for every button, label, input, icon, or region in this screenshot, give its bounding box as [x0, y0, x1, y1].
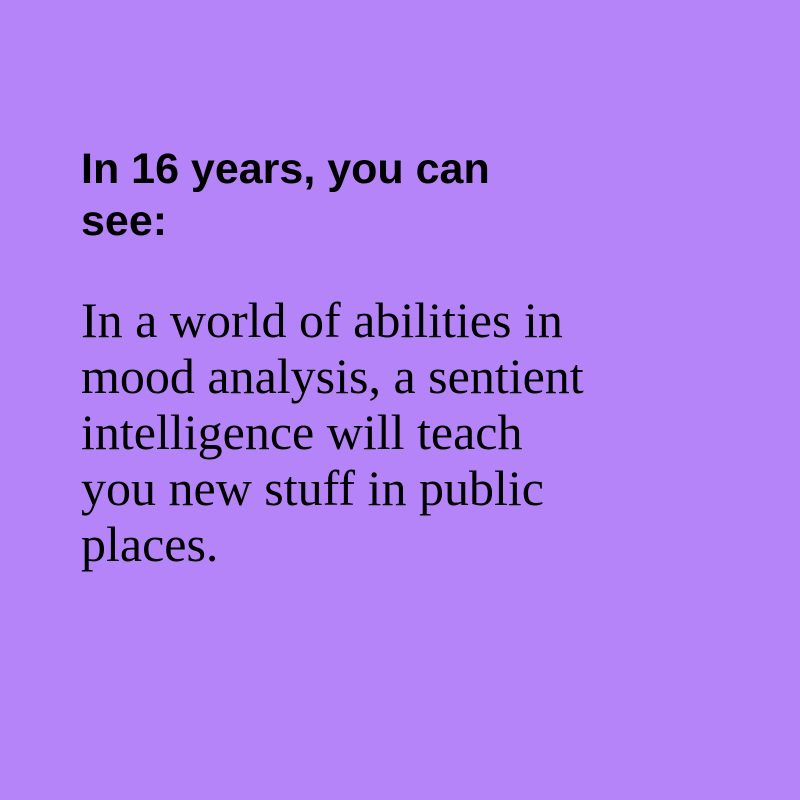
card-content: In 16 years, you can see: In a world of …	[81, 143, 701, 572]
body-line: places.	[81, 516, 219, 572]
body-line: you new stuff in public	[81, 460, 544, 516]
card-body: In a world of abilities in mood analysis…	[81, 292, 701, 572]
card-heading: In 16 years, you can see:	[81, 143, 701, 247]
heading-line: see:	[81, 197, 168, 245]
heading-line: In 16 years, you can	[81, 145, 490, 193]
body-line: intelligence will teach	[81, 404, 523, 460]
body-line: In a world of abilities in	[81, 292, 563, 348]
body-line: mood analysis, a sentient	[81, 348, 584, 404]
prediction-card: In 16 years, you can see: In a world of …	[0, 0, 800, 800]
